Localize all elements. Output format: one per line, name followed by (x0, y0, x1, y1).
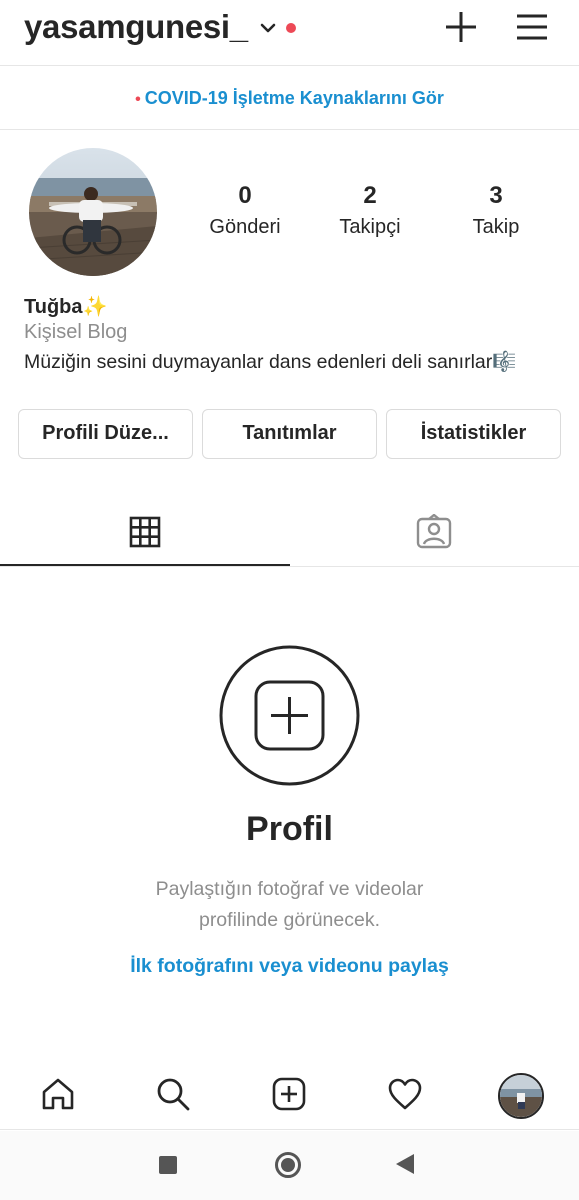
profile-avatar-nav[interactable] (498, 1073, 544, 1119)
followers-stat[interactable]: 2 Takipçi (315, 182, 425, 239)
avatar-photo (29, 148, 157, 276)
edit-profile-button[interactable]: Profili Düze... (18, 409, 193, 459)
profile-avatar[interactable] (29, 148, 157, 276)
followers-label: Takipçi (339, 216, 401, 238)
profile-category: Kişisel Blog (24, 321, 128, 343)
promotions-button[interactable]: Tanıtımlar (202, 409, 377, 459)
following-count: 3 (489, 182, 503, 209)
followers-count: 2 (363, 182, 377, 209)
profile-tabs (0, 500, 579, 567)
empty-state-description-line2: profilinde görünecek. (198, 909, 381, 931)
hamburger-menu-icon[interactable] (514, 10, 550, 44)
add-post-icon[interactable] (219, 645, 360, 786)
add-icon[interactable] (271, 1076, 307, 1112)
posts-stat[interactable]: 0 Gönderi (190, 182, 300, 239)
insights-button[interactable]: İstatistikler (386, 409, 561, 459)
posts-count: 0 (238, 182, 252, 209)
posts-label: Gönderi (209, 216, 281, 238)
search-icon[interactable] (155, 1076, 191, 1112)
following-label: Takip (472, 216, 520, 238)
heart-icon[interactable] (387, 1076, 423, 1112)
share-first-post-link[interactable]: İlk fotoğrafını veya videonu paylaş (0, 955, 579, 978)
home-icon[interactable] (40, 1076, 76, 1112)
home-circle-icon[interactable] (275, 1152, 301, 1178)
empty-state-description-line1: Paylaştığın fotoğraf ve videolar (155, 878, 424, 900)
empty-state-title: Profil (246, 810, 333, 848)
chevron-down-icon[interactable] (258, 18, 278, 38)
covid-resources-banner[interactable]: • COVID-19 İşletme Kaynaklarını Gör (0, 66, 579, 130)
recents-icon[interactable] (159, 1156, 177, 1174)
profile-username[interactable]: yasamgunesi_ (24, 8, 248, 46)
nav-avatar-photo (500, 1075, 542, 1117)
back-icon[interactable] (396, 1154, 414, 1174)
tagged-icon[interactable] (415, 514, 453, 550)
following-stat[interactable]: 3 Takip (441, 182, 551, 239)
banner-dot: • (135, 91, 141, 108)
top-bar: yasamgunesi_ (0, 0, 579, 66)
empty-state-description: Paylaştığın fotoğraf ve videolar profili… (0, 874, 579, 936)
profile-bio: Müziğin sesini duymayanlar dans edenleri… (24, 351, 517, 373)
notification-dot (286, 23, 296, 33)
grid-icon[interactable] (128, 515, 162, 549)
covid-banner-text[interactable]: COVID-19 İşletme Kaynaklarını Gör (145, 88, 444, 108)
profile-display-name: Tuğba✨ (24, 296, 108, 318)
plus-icon[interactable] (442, 8, 480, 46)
active-tab-indicator (0, 564, 290, 566)
